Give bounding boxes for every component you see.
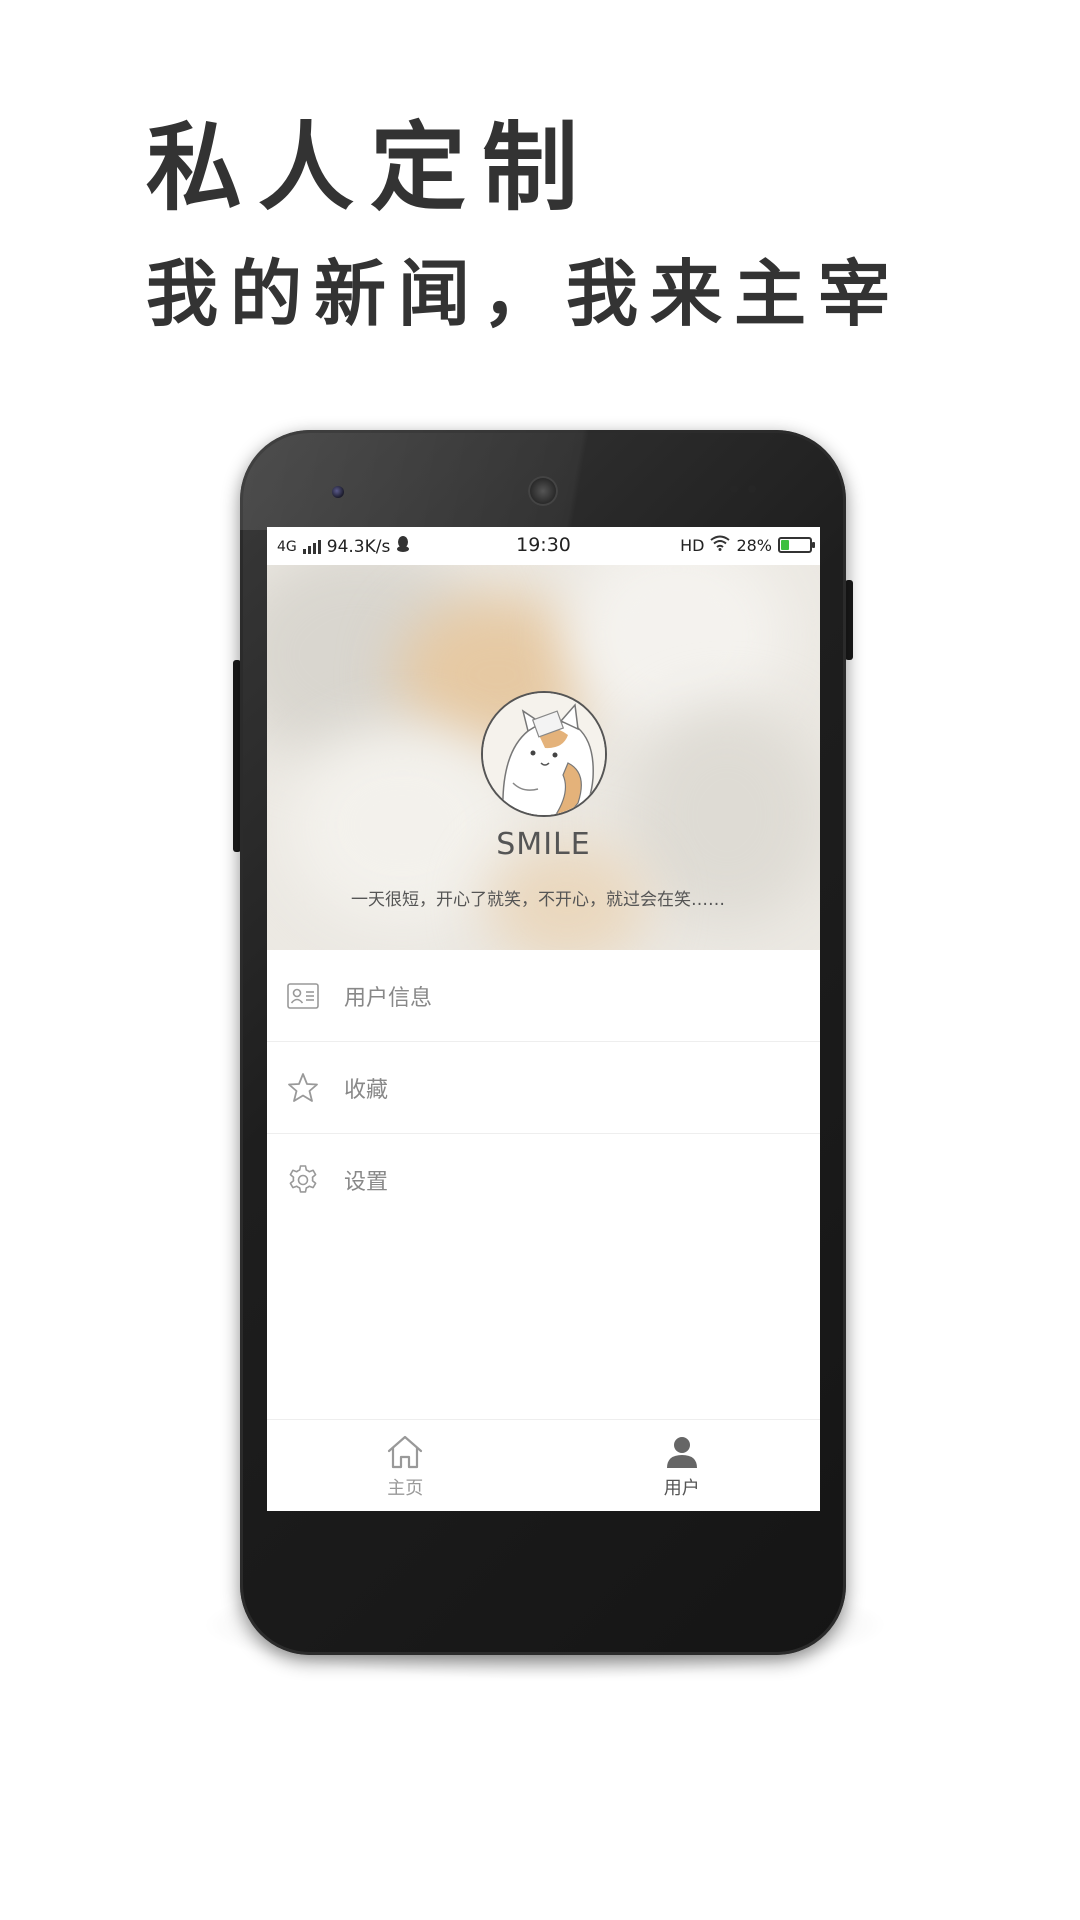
headline-subtitle: 我的新闻，我来主宰 [146, 251, 903, 336]
cat-avatar-image [483, 693, 605, 815]
menu-item-user-info[interactable]: 用户信息 [267, 950, 820, 1042]
user-icon [662, 1432, 702, 1472]
headline-title: 私人定制 [146, 111, 594, 224]
battery-icon [778, 537, 815, 553]
profile-header: SMILE 一天很短，开心了就笑，不开心，就过会在笑…… [267, 565, 820, 950]
profile-menu: 用户信息 收藏 设置 [267, 950, 820, 1226]
menu-item-label: 设置 [344, 1170, 389, 1195]
wifi-icon [710, 535, 731, 555]
promo-headline: 私人定制 我的新闻，我来主宰 [146, 108, 902, 342]
front-camera [332, 486, 344, 498]
nav-label-user: 用户 [663, 1478, 700, 1499]
user-bio: 一天很短，开心了就笑，不开心，就过会在笑…… [351, 890, 725, 910]
earpiece-speaker [528, 476, 558, 506]
nav-item-user[interactable]: 用户 [544, 1420, 821, 1511]
menu-item-favorites[interactable]: 收藏 [267, 1042, 820, 1134]
home-icon [385, 1432, 425, 1472]
gear-icon [287, 1164, 319, 1196]
nav-label-home: 主页 [387, 1478, 424, 1499]
power-button [845, 580, 853, 660]
nav-item-home[interactable]: 主页 [267, 1420, 544, 1511]
hd-indicator: HD [680, 535, 705, 555]
username: SMILE [496, 827, 591, 862]
phone-screen: 4G 94.3K/s 19:30 HD 28% SMILE 一天很短，开心了就笑… [267, 527, 820, 1511]
menu-item-settings[interactable]: 设置 [267, 1134, 820, 1226]
proximity-sensor [730, 485, 738, 493]
battery-fill [781, 540, 789, 550]
avatar[interactable] [481, 691, 607, 817]
battery-percent: 28% [736, 535, 772, 555]
menu-item-label: 收藏 [344, 1077, 389, 1103]
menu-item-label: 用户信息 [344, 985, 433, 1011]
star-icon [287, 1072, 319, 1104]
status-bar: 4G 94.3K/s 19:30 HD 28% [267, 527, 820, 565]
light-sensor [748, 485, 756, 493]
bottom-navigation: 主页 用户 [267, 1419, 820, 1511]
id-card-icon [287, 980, 319, 1012]
